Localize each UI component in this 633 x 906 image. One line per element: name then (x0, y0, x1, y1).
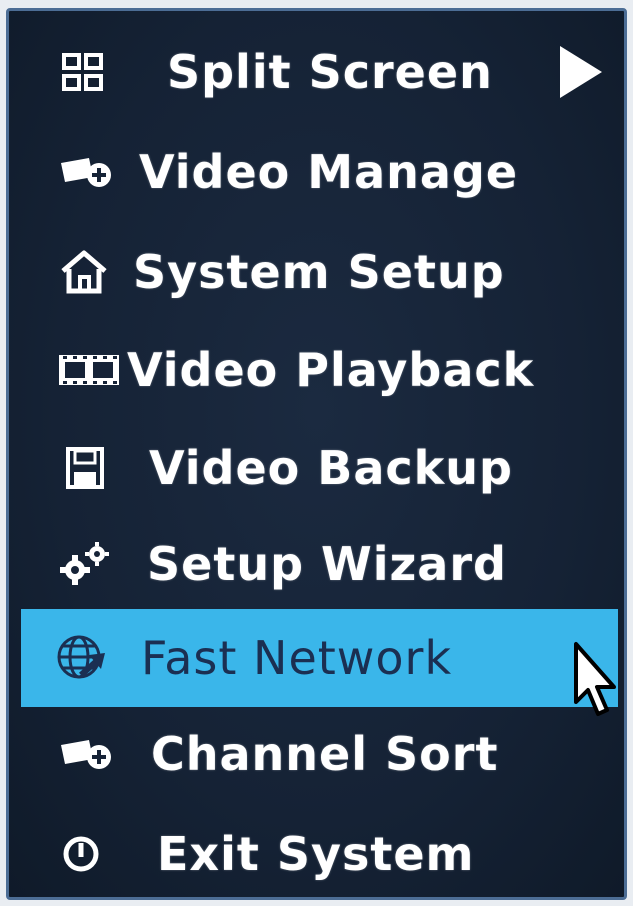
power-icon (61, 834, 101, 874)
menu-item-label: Setup Wizard (147, 537, 507, 591)
menu-item-channel-sort[interactable]: Channel Sort (9, 705, 624, 803)
menu-item-label: Channel Sort (151, 727, 499, 781)
camera-add-icon (59, 737, 113, 771)
menu-item-fast-network[interactable]: Fast Network (21, 609, 618, 707)
menu-item-label: Video Playback (127, 343, 535, 397)
menu-item-label: Exit System (157, 827, 475, 881)
menu-item-label: Fast Network (141, 631, 453, 685)
filmstrip-icon (57, 353, 121, 387)
menu-item-exit-system[interactable]: Exit System (9, 805, 624, 903)
menu-item-label: Split Screen (167, 45, 493, 99)
menu-item-video-playback[interactable]: Video Playback (9, 321, 624, 419)
menu-item-split-screen[interactable]: Split Screen (9, 23, 624, 121)
menu-item-label: System Setup (133, 245, 505, 299)
camera-add-icon (59, 155, 113, 189)
split-screen-icon (61, 52, 105, 92)
menu-item-video-backup[interactable]: Video Backup (9, 419, 624, 517)
globe-arrow-icon (55, 633, 109, 683)
main-menu: Split Screen Video Manage System Setup V… (6, 8, 627, 900)
mouse-cursor-icon (570, 640, 620, 725)
screen: Split Screen Video Manage System Setup V… (0, 0, 633, 906)
home-icon (59, 249, 109, 295)
menu-item-label: Video Manage (139, 145, 519, 199)
submenu-arrow-icon (560, 46, 602, 98)
menu-item-system-setup[interactable]: System Setup (9, 223, 624, 321)
menu-item-setup-wizard[interactable]: Setup Wizard (9, 515, 624, 613)
floppy-disk-icon (65, 446, 105, 490)
menu-item-label: Video Backup (149, 441, 513, 495)
gears-icon (59, 542, 111, 586)
menu-item-video-manage[interactable]: Video Manage (9, 123, 624, 221)
